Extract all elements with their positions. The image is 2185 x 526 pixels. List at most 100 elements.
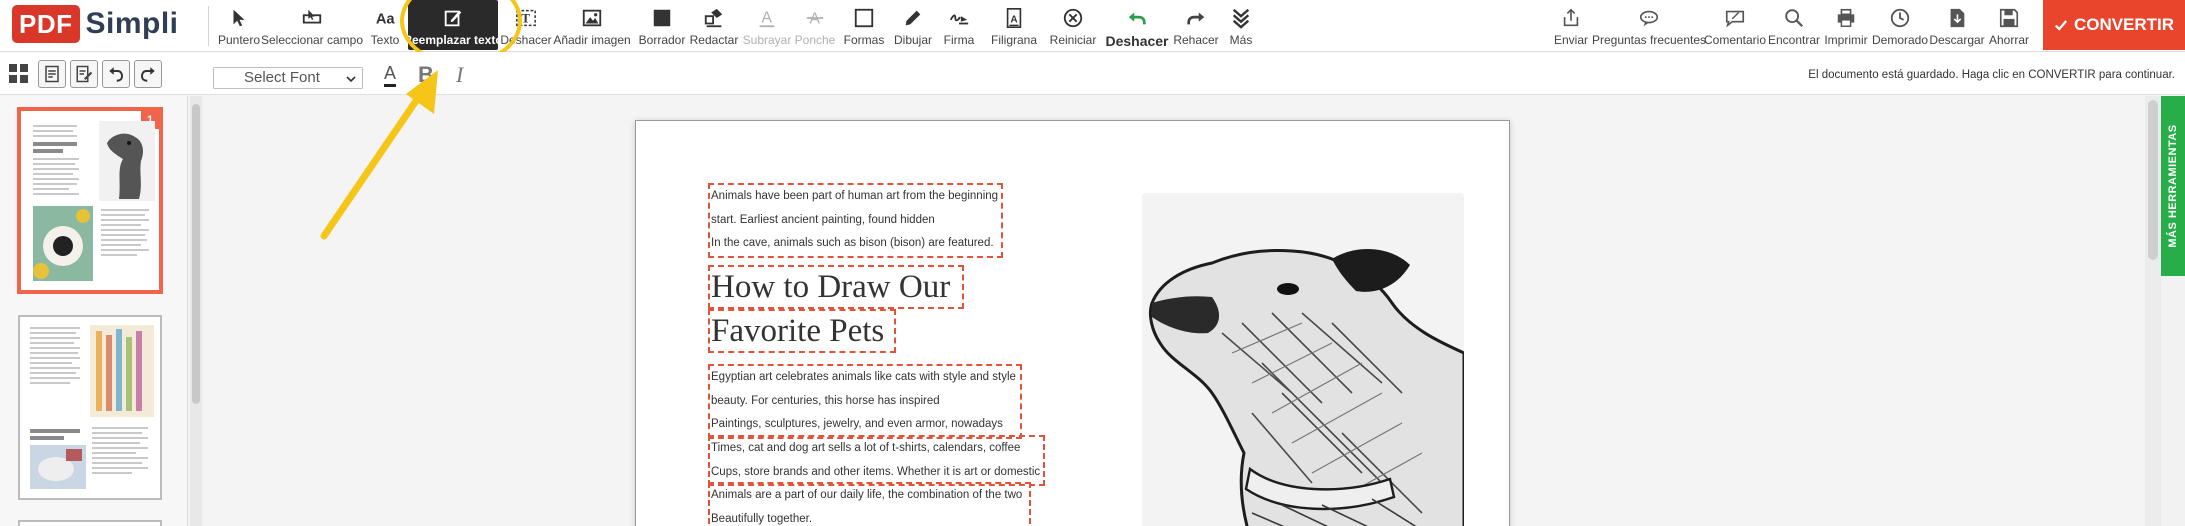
- title-text: How to Draw Our: [711, 269, 951, 305]
- tool-label: Añadir imagen: [553, 33, 631, 47]
- thumbnail-scrollbar[interactable]: [190, 96, 202, 526]
- undo-icon: [1128, 12, 1146, 25]
- tool-delayed[interactable]: Demorado: [1872, 0, 1928, 50]
- tool-label: Filigrana: [990, 33, 1038, 47]
- svg-text:T: T: [521, 12, 530, 26]
- tool-label: Enviar: [1553, 33, 1588, 47]
- print-icon: [1837, 8, 1855, 27]
- tool-save[interactable]: Ahorrar: [1986, 0, 2032, 50]
- rotate-right-button[interactable]: [134, 60, 162, 88]
- app-logo[interactable]: PDF Simpli: [12, 5, 179, 43]
- tool-label: Redactar: [689, 33, 739, 47]
- italic-button[interactable]: I: [456, 62, 463, 88]
- tool-label: Seleccionar campo: [260, 33, 364, 47]
- tool-label: Puntero: [217, 33, 261, 47]
- svg-text:A: A: [1010, 15, 1018, 26]
- page-list-button[interactable]: [38, 60, 66, 88]
- font-select-value: Select Font: [244, 69, 320, 86]
- text-line: start. Earliest ancient painting, found …: [711, 213, 935, 226]
- tool-label: Preguntas frecuentes: [1591, 33, 1707, 47]
- text-block-intro[interactable]: Animals have been part of human art from…: [708, 183, 1003, 258]
- text-line: Animals have been part of human art from…: [711, 190, 999, 202]
- checkmark-icon: [2054, 20, 2068, 31]
- text-line: Paintings, sculptures, jewelry, and even…: [711, 418, 1003, 430]
- page-thumbnail-3[interactable]: [18, 520, 162, 526]
- tool-more[interactable]: Más: [1224, 0, 1258, 50]
- redact-icon: [704, 8, 723, 28]
- convert-button[interactable]: CONVERTIR: [2043, 0, 2185, 50]
- tool-label: Borrador: [638, 33, 686, 47]
- pointer-icon: [233, 9, 245, 27]
- rotate-left-icon: [109, 67, 123, 82]
- tool-comment[interactable]: Comentario: [1704, 0, 1766, 50]
- text-line: In the cave, animals such as bison (biso…: [711, 237, 994, 249]
- tool-strikethrough[interactable]: A Ponche: [792, 0, 838, 50]
- thumbnail-drawing-image: [30, 445, 86, 489]
- text-block-times[interactable]: Times, cat and dog art sells a lot of t-…: [708, 435, 1045, 486]
- rotate-left-button[interactable]: [102, 60, 130, 88]
- text-block-egyptian[interactable]: Egyptian art celebrates animals like cat…: [708, 364, 1022, 439]
- tool-redo[interactable]: Rehacer: [1172, 0, 1220, 50]
- tool-eraser[interactable]: Borrador: [636, 0, 688, 50]
- tool-download[interactable]: Descargar: [1929, 0, 1985, 50]
- eraser-icon: [653, 9, 671, 27]
- save-status: El documento está guardado. Haga clic en…: [1808, 69, 2175, 81]
- tool-draw[interactable]: Dibujar: [890, 0, 936, 50]
- tool-label: Dibujar: [893, 33, 932, 47]
- title-line-2[interactable]: Favorite Pets: [708, 309, 896, 353]
- text-line: Times, cat and dog art sells a lot of t-…: [711, 442, 1021, 454]
- more-tools-tab[interactable]: MÁS HERRAMIENTAS: [2161, 96, 2185, 276]
- tool-add-image[interactable]: Añadir imagen: [553, 0, 631, 50]
- tool-label: Texto: [370, 33, 400, 47]
- page-thumbnail-2[interactable]: [18, 315, 162, 500]
- tool-undo[interactable]: Deshacer: [1104, 0, 1170, 50]
- watermark-icon: A: [1006, 8, 1022, 28]
- tool-print[interactable]: Imprimir: [1822, 0, 1870, 50]
- logo-pdf: PDF: [12, 5, 80, 43]
- text-line: beauty. For centuries, this horse has in…: [711, 394, 940, 407]
- tool-shapes[interactable]: Formas: [842, 0, 886, 50]
- tool-text-field[interactable]: T Deshacer: [500, 0, 552, 50]
- font-color-button[interactable]: A: [384, 62, 397, 87]
- edit-page-button[interactable]: [70, 60, 98, 88]
- tool-select-field[interactable]: Seleccionar campo: [260, 0, 364, 50]
- tool-faq[interactable]: Preguntas frecuentes: [1592, 0, 1706, 50]
- tool-signature[interactable]: Firma: [938, 0, 980, 50]
- text-block-daily[interactable]: Animals are a part of our daily life, th…: [708, 482, 1031, 526]
- thumbnail-dog-image: [99, 121, 155, 201]
- tool-replace-text[interactable]: Reemplazar texto: [403, 0, 503, 50]
- download-icon: [1950, 8, 1965, 28]
- font-select[interactable]: Select Font: [213, 67, 363, 89]
- tool-watermark[interactable]: A Filigrana: [985, 0, 1043, 50]
- grid-view-icon[interactable]: [8, 63, 30, 85]
- document-page: Animals have been part of human art from…: [635, 120, 1510, 526]
- tool-underline[interactable]: A Subrayar: [742, 0, 792, 50]
- convert-label: CONVERTIR: [2073, 15, 2175, 34]
- canvas-scrollbar[interactable]: [2145, 96, 2161, 526]
- title-line-1[interactable]: How to Draw Our: [708, 265, 964, 309]
- logo-simpli: Simpli: [85, 7, 179, 40]
- text-icon: Aa: [376, 12, 396, 28]
- faq-icon: [1639, 10, 1659, 27]
- svg-text:A: A: [762, 10, 773, 27]
- thumbnail-panel: 1: [0, 96, 188, 526]
- signature-icon: [949, 14, 969, 25]
- tool-label: Imprimir: [1824, 33, 1868, 47]
- tool-redact[interactable]: Redactar: [688, 0, 740, 50]
- tool-text[interactable]: Aa Texto: [363, 0, 407, 50]
- tool-find[interactable]: Encontrar: [1768, 0, 1820, 50]
- tool-pointer[interactable]: Puntero: [216, 0, 262, 50]
- tool-reset[interactable]: Reiniciar: [1046, 0, 1100, 50]
- thumbnail-pencils-image: [90, 325, 154, 417]
- bold-button[interactable]: B: [418, 62, 434, 88]
- page-thumbnail-1[interactable]: 1: [18, 108, 162, 293]
- dog-sketch-image[interactable]: [1142, 193, 1464, 526]
- tool-label: Ahorrar: [1988, 33, 2029, 47]
- tool-send[interactable]: Enviar: [1548, 0, 1594, 50]
- image-icon: [582, 9, 602, 27]
- underline-icon: A: [759, 10, 775, 28]
- svg-text:A: A: [810, 11, 821, 28]
- tool-label: Demorado: [1871, 33, 1929, 47]
- text-field-icon: T: [516, 9, 536, 27]
- rotate-right-icon: [141, 67, 155, 82]
